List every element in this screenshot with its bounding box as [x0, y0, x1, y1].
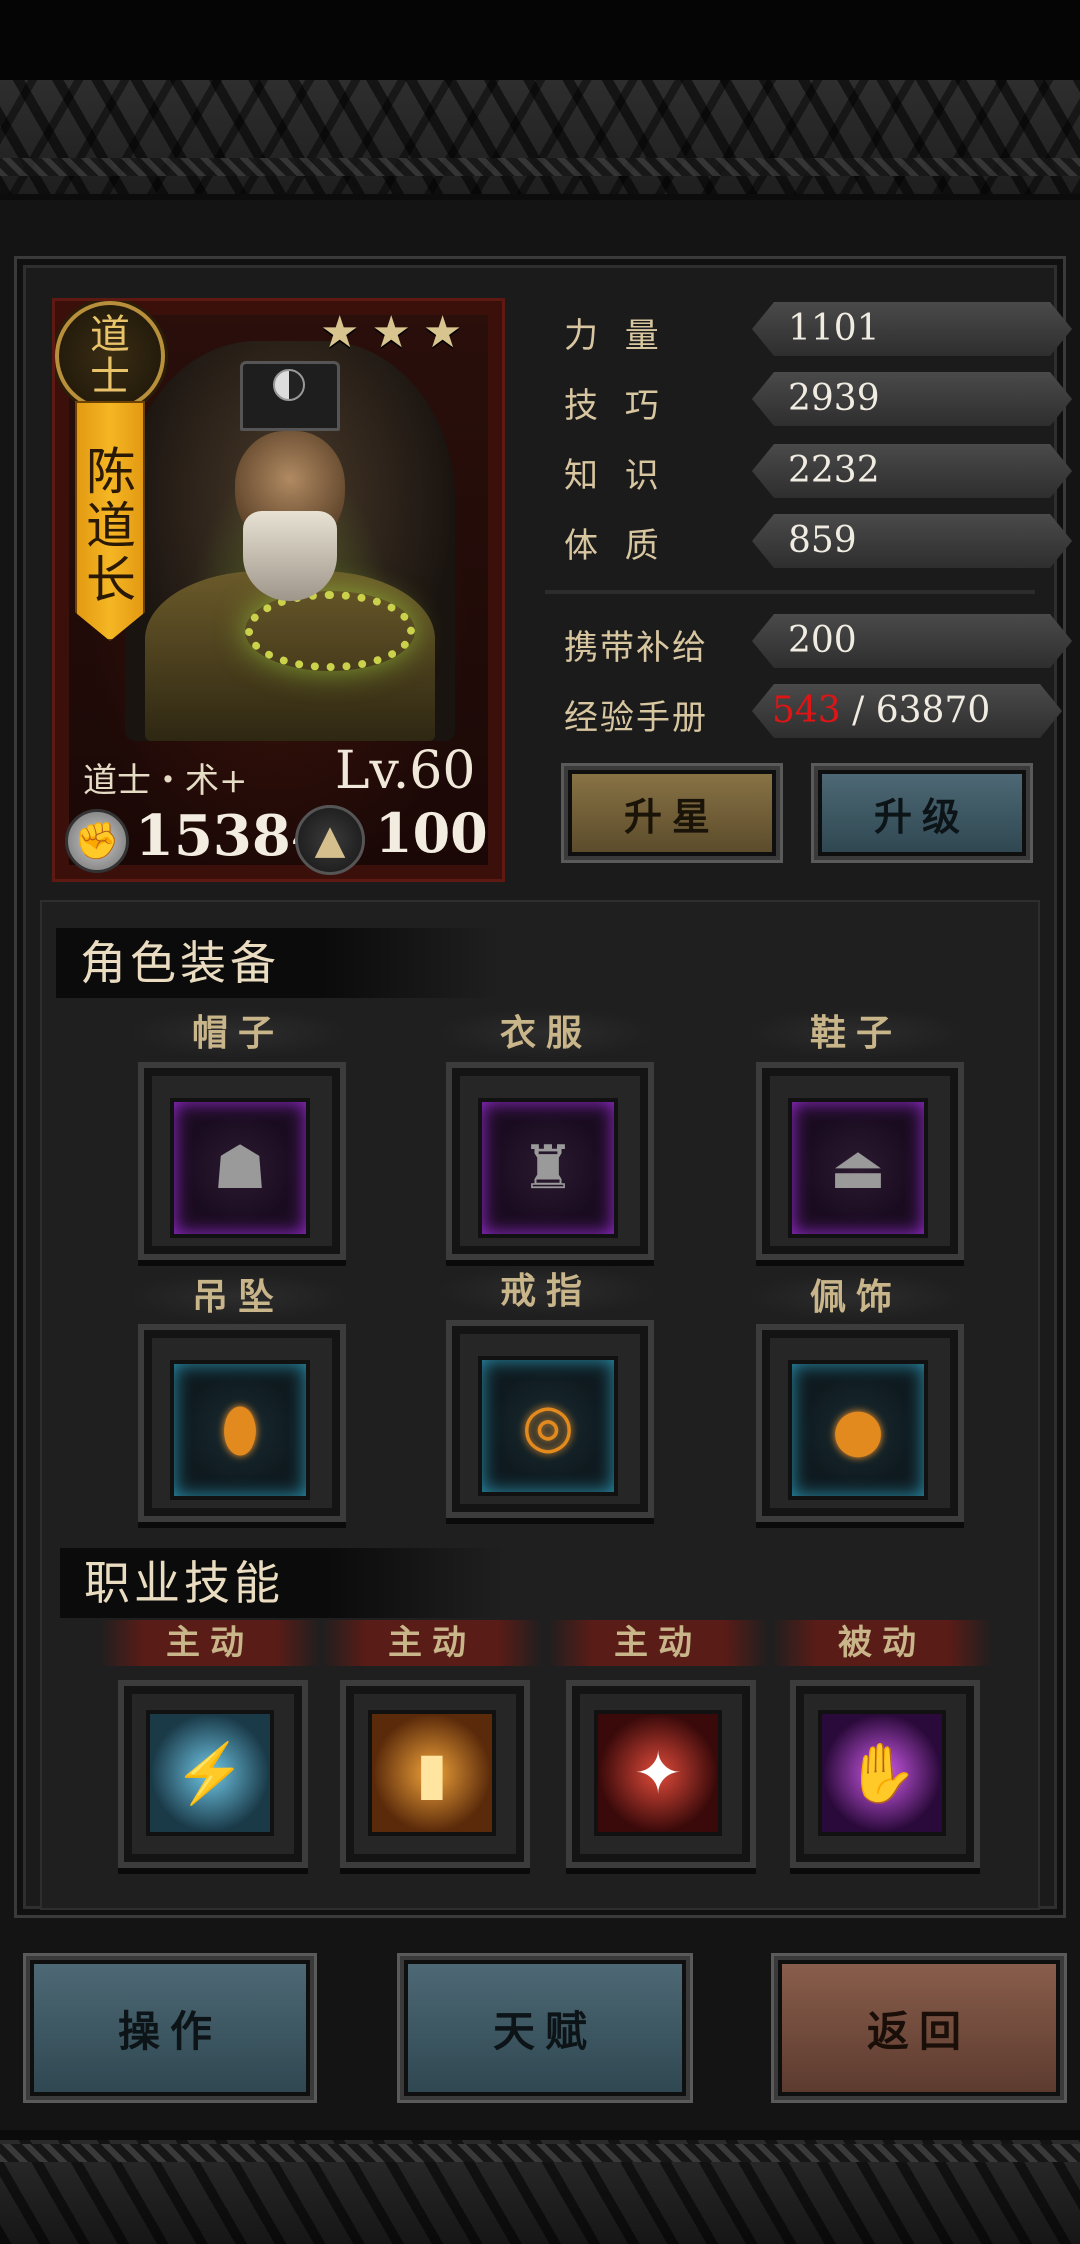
- exp-book-label: 经验手册: [564, 698, 708, 738]
- stat-value-constitution: 859: [752, 514, 1072, 568]
- equipment-section-title: 角色装备: [56, 928, 500, 998]
- character-level: Lv.60: [335, 741, 476, 801]
- skill-type-label: 被动: [772, 1620, 992, 1666]
- character-portrait-card[interactable]: 道士 陈道长 ★ ★ ★ 道士・术+ Lv.60 ✊ 15384 ▲ 100: [52, 298, 505, 882]
- bottom-decorative-frieze: [0, 2130, 1080, 2244]
- class-rank-badge: 道士: [55, 301, 165, 411]
- skill-slot-4[interactable]: ✋: [790, 1680, 980, 1868]
- equip-slot-pendant[interactable]: ⬮: [138, 1324, 346, 1522]
- supply-value: 100: [375, 801, 488, 865]
- skills-section-title: 职业技能: [60, 1548, 504, 1618]
- exp-separator: /: [840, 690, 876, 731]
- stat-label-strength: 力 量: [564, 316, 667, 356]
- fist-icon: ✊: [65, 809, 129, 873]
- taiji-icon: [273, 369, 305, 401]
- purple-hand-icon: ✋: [818, 1710, 946, 1836]
- equip-slot-accessory[interactable]: ●: [756, 1324, 964, 1522]
- top-decorative-frieze: [0, 80, 1080, 200]
- exp-book-value: 543 / 63870: [752, 684, 1062, 738]
- character-portrait: [125, 341, 455, 741]
- carry-supply-value: 200: [752, 614, 1072, 668]
- star-icon: ★: [371, 307, 411, 358]
- star-icon: ★: [320, 307, 360, 358]
- stat-label-skill: 技 巧: [564, 386, 667, 426]
- slot-label-clothes: 衣服: [436, 1008, 656, 1058]
- skill-slot-3[interactable]: ✦: [566, 1680, 756, 1868]
- slot-label-pendant: 吊坠: [128, 1272, 348, 1322]
- equip-slot-ring[interactable]: ◎: [446, 1320, 654, 1518]
- equip-slot-hat[interactable]: ☗: [138, 1062, 346, 1260]
- star-rating: ★ ★ ★: [320, 307, 500, 358]
- skill-type-label: 主动: [548, 1620, 768, 1666]
- portrait-prayer-beads: [245, 591, 415, 671]
- talisman-icon: ▮: [368, 1710, 496, 1836]
- stats-divider: [545, 590, 1035, 594]
- bandana-icon: ☗: [170, 1098, 310, 1238]
- slot-label-hat: 帽子: [128, 1008, 348, 1058]
- equip-slot-shoes[interactable]: ⏏: [756, 1062, 964, 1260]
- level-up-button[interactable]: 升级: [814, 766, 1030, 860]
- slot-label-ring: 戒指: [436, 1266, 656, 1316]
- robe-icon: ♜: [478, 1098, 618, 1238]
- portrait-beard: [243, 511, 337, 601]
- red-strike-icon: ✦: [594, 1710, 722, 1836]
- stat-value-strength: 1101: [752, 302, 1072, 356]
- character-name-banner: 陈道长: [75, 401, 145, 641]
- skill-type-label: 主动: [322, 1620, 542, 1666]
- slot-label-accessory: 佩饰: [746, 1272, 966, 1322]
- stat-value-knowledge: 2232: [752, 444, 1072, 498]
- stat-label-knowledge: 知 识: [564, 456, 667, 496]
- ring-icon: ◎: [478, 1356, 618, 1496]
- stat-label-constitution: 体 质: [564, 526, 667, 566]
- exp-current: 543: [772, 690, 841, 731]
- operate-button[interactable]: 操作: [26, 1956, 314, 2100]
- equip-slot-clothes[interactable]: ♜: [446, 1062, 654, 1260]
- top-status-bar: [0, 0, 1080, 80]
- skill-slot-1[interactable]: ⚡: [118, 1680, 308, 1868]
- shoes-icon: ⏏: [788, 1098, 928, 1238]
- gourd-icon: ●: [788, 1360, 928, 1500]
- back-button[interactable]: 返回: [774, 1956, 1064, 2100]
- skill-type-label: 主动: [100, 1620, 320, 1666]
- pendant-icon: ⬮: [170, 1360, 310, 1500]
- star-icon: ★: [422, 307, 463, 358]
- exp-max: 63870: [875, 690, 991, 731]
- character-class-label: 道士・术+: [83, 761, 248, 801]
- supply-drop-icon: ▲: [295, 805, 365, 875]
- talent-button[interactable]: 天赋: [400, 1956, 690, 2100]
- lightning-icon: ⚡: [146, 1710, 274, 1836]
- slot-label-shoes: 鞋子: [746, 1008, 966, 1058]
- stat-value-skill: 2939: [752, 372, 1072, 426]
- star-up-button[interactable]: 升星: [564, 766, 780, 860]
- skill-slot-2[interactable]: ▮: [340, 1680, 530, 1868]
- carry-supply-label: 携带补给: [564, 628, 708, 668]
